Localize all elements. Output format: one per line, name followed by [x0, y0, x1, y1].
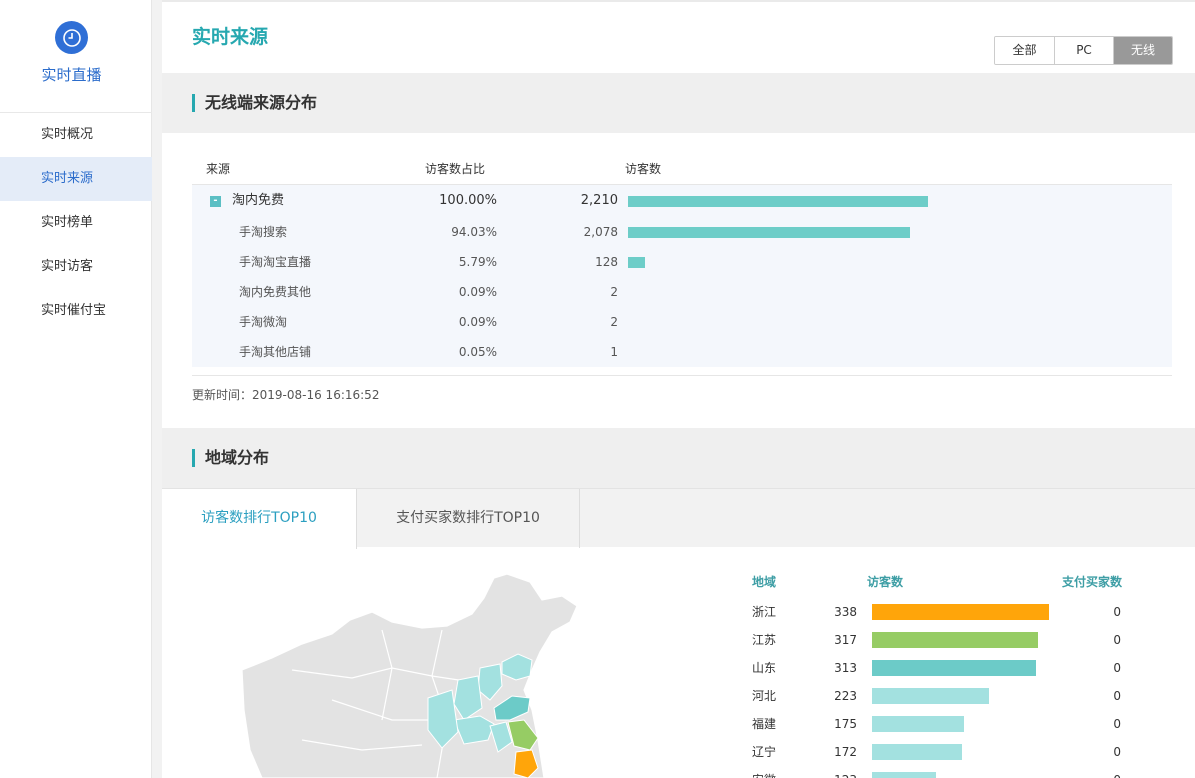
- region-bar: [872, 604, 1049, 620]
- sidebar-item-payment-reminder[interactable]: 实时催付宝: [0, 289, 152, 333]
- source-visitor-share: 0.05%: [458, 345, 497, 359]
- region-buyers: 0: [1113, 745, 1121, 759]
- source-visitor-count: 2,078: [583, 225, 618, 239]
- source-row: 淘内免费其他 0.09% 2: [192, 277, 1172, 307]
- region-visitors: 123: [812, 770, 857, 778]
- region-buyers: 0: [1097, 770, 1121, 778]
- region-bar: [872, 688, 989, 704]
- source-visitor-count: 128: [595, 255, 618, 269]
- region-visitors: 175: [834, 717, 857, 731]
- section-title: 无线端来源分布: [192, 94, 317, 112]
- top-divider: [162, 0, 1195, 2]
- region-bar: [872, 716, 964, 732]
- region-row: 辽宁 172 0: [752, 742, 1152, 762]
- source-name: 手淘淘宝直播: [239, 255, 312, 269]
- source-row-parent: - 淘内免费 100.00% 2,210: [192, 186, 1172, 216]
- filter-wireless-button[interactable]: 无线: [1113, 37, 1172, 64]
- update-time: 更新时间：2019-08-16 16:16:52: [192, 388, 380, 402]
- region-name: 福建: [752, 717, 777, 731]
- source-visitor-count: 2: [610, 285, 618, 299]
- main-content: 实时来源 全部 PC 无线 无线端来源分布 来源 访客数占比 访客数 - 淘内免费…: [162, 0, 1195, 778]
- region-bar: [872, 772, 936, 778]
- sidebar-item-overview[interactable]: 实时概况: [0, 113, 152, 157]
- source-name: 淘内免费: [232, 193, 285, 208]
- region-row: 河北 223 0: [752, 686, 1152, 706]
- source-visitor-share: 94.03%: [451, 225, 497, 239]
- region-name: 山东: [752, 661, 777, 675]
- tab-buyers-top10[interactable]: 支付买家数排行TOP10: [357, 489, 580, 548]
- source-bar: [628, 257, 645, 268]
- source-visitor-share: 0.09%: [458, 315, 497, 329]
- sidebar-item-ranking[interactable]: 实时榜单: [0, 201, 152, 245]
- source-visitor-share: 100.00%: [439, 193, 497, 208]
- region-name: 辽宁: [752, 745, 777, 759]
- source-name: 手淘搜索: [239, 225, 288, 239]
- region-visitors: 317: [834, 633, 857, 647]
- region-buyers: 0: [1113, 717, 1121, 731]
- region-visitors: 172: [834, 745, 857, 759]
- source-visitor-count: 2: [610, 315, 618, 329]
- region-tabs: 访客数排行TOP10 支付买家数排行TOP10: [162, 488, 1195, 549]
- source-bar: [628, 227, 910, 238]
- source-visitor-count: 2,210: [580, 193, 618, 208]
- source-row: 手淘搜索 94.03% 2,078: [192, 217, 1172, 247]
- tab-visitors-top10[interactable]: 访客数排行TOP10: [162, 489, 357, 549]
- source-name: 淘内免费其他: [239, 285, 312, 299]
- region-row: 安徽 123 0: [752, 770, 1152, 778]
- source-row: 手淘微淘 0.09% 2: [192, 307, 1172, 337]
- device-filter: 全部 PC 无线: [994, 36, 1173, 65]
- region-section-header: 地域分布: [162, 428, 1195, 488]
- source-visitor-share: 0.09%: [458, 285, 497, 299]
- filter-all-button[interactable]: 全部: [995, 37, 1054, 64]
- sidebar: 实时直播 实时概况 实时来源 实时榜单 实时访客 实时催付宝: [0, 0, 152, 778]
- sidebar-item-source[interactable]: 实时来源: [0, 157, 152, 201]
- source-row: 手淘其他店铺 0.05% 1: [192, 337, 1172, 367]
- source-bar: [628, 196, 928, 207]
- region-row: 山东 313 0: [752, 658, 1152, 678]
- filter-pc-button[interactable]: PC: [1054, 37, 1113, 64]
- page-title: 实时来源: [192, 26, 269, 48]
- region-buyers: 0: [1113, 689, 1121, 703]
- clock-icon: [55, 21, 88, 54]
- region-bar: [872, 632, 1038, 648]
- region-bar: [872, 744, 962, 760]
- region-visitors: 313: [834, 661, 857, 675]
- region-bar: [872, 660, 1036, 676]
- table-divider: [192, 375, 1172, 376]
- source-visitor-share: 5.79%: [458, 255, 497, 269]
- source-name: 手淘微淘: [239, 315, 288, 329]
- region-buyers: 0: [1113, 605, 1121, 619]
- sidebar-item-visitors[interactable]: 实时访客: [0, 245, 152, 289]
- region-row: 福建 175 0: [752, 714, 1152, 734]
- source-row: 手淘淘宝直播 5.79% 128: [192, 247, 1172, 277]
- source-table-body: - 淘内免费 100.00% 2,210 手淘搜索 94.03% 2,078 手淘淘宝直播 5.…: [192, 185, 1172, 367]
- region-name: 浙江: [752, 605, 777, 619]
- collapse-icon[interactable]: -: [210, 196, 221, 207]
- section-title: 地域分布: [192, 449, 269, 467]
- region-buyers: 0: [1113, 661, 1121, 675]
- region-visitors: 223: [834, 689, 857, 703]
- region-buyers: 0: [1113, 633, 1121, 647]
- column-header-visitors: 访客数: [625, 162, 662, 176]
- column-header-region: 地域: [752, 575, 777, 589]
- column-header-region-visitors: 访客数: [867, 575, 904, 589]
- china-map[interactable]: [232, 570, 752, 778]
- column-header-visitor-share: 访客数占比: [425, 162, 486, 176]
- source-section-header: 无线端来源分布: [162, 73, 1195, 133]
- column-header-region-buyers: 支付买家数: [1062, 575, 1123, 589]
- region-row: 浙江 338 0: [752, 602, 1152, 622]
- region-row: 江苏 317 0: [752, 630, 1152, 650]
- source-visitor-count: 1: [610, 345, 618, 359]
- region-visitors: 338: [834, 605, 857, 619]
- column-header-source: 来源: [206, 162, 231, 176]
- region-name: 河北: [752, 689, 777, 703]
- region-name: 安徽: [752, 770, 776, 778]
- sidebar-title[interactable]: 实时直播: [0, 64, 143, 85]
- region-name: 江苏: [752, 633, 777, 647]
- source-name: 手淘其他店铺: [239, 345, 312, 359]
